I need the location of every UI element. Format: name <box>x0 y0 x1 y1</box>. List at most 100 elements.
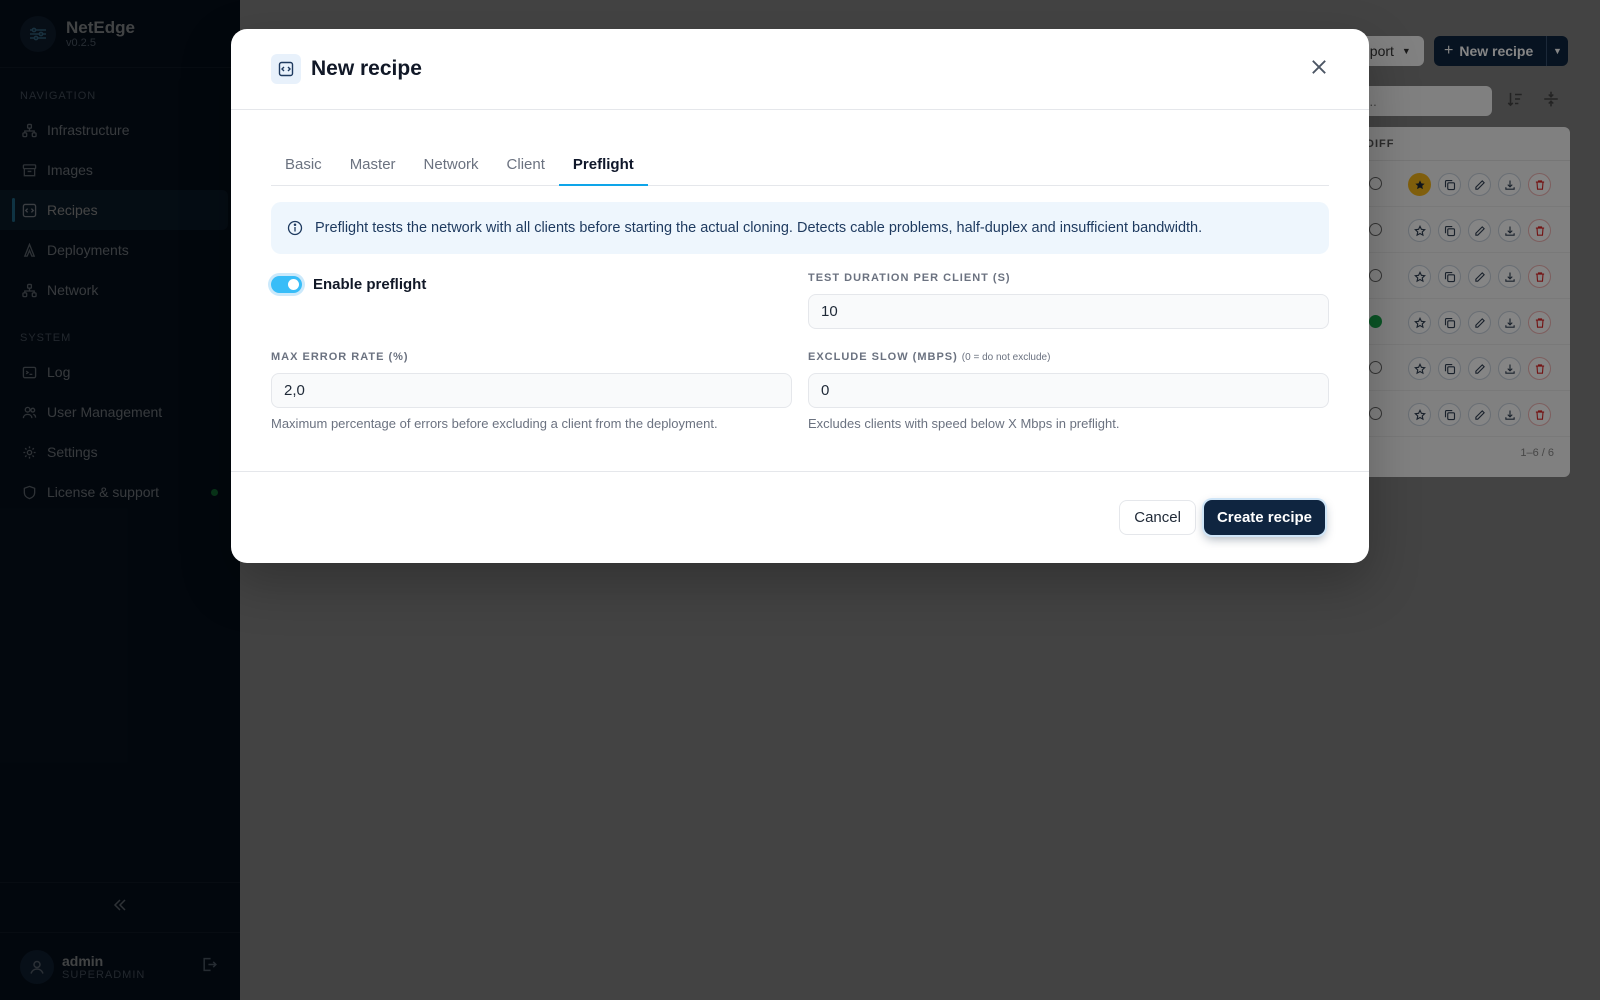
star-filled-icon[interactable] <box>1408 173 1431 196</box>
sidebar-item-user-management[interactable]: User Management <box>0 392 228 432</box>
sidebar-item-recipes[interactable]: Recipes <box>0 190 228 230</box>
tab-master[interactable]: Master <box>336 146 410 185</box>
tab-bar: Basic Master Network Client Preflight <box>271 146 1329 186</box>
tab-client[interactable]: Client <box>493 146 559 185</box>
exclude-slow-help: Excludes clients with speed below X Mbps… <box>808 416 1120 431</box>
new-recipe-button[interactable]: + New recipe ▼ <box>1434 36 1568 66</box>
edit-icon[interactable] <box>1468 311 1491 334</box>
sidebar-item-license-support[interactable]: License & support <box>0 472 228 512</box>
download-icon[interactable] <box>1498 219 1521 242</box>
copy-icon[interactable] <box>1438 219 1461 242</box>
collapse-rows-icon[interactable] <box>1542 90 1562 110</box>
star-icon[interactable] <box>1408 219 1431 242</box>
star-icon[interactable] <box>1408 265 1431 288</box>
brand[interactable]: NetEdge v0.2.5 <box>0 0 240 68</box>
star-icon[interactable] <box>1408 357 1431 380</box>
exclude-slow-note: (0 = do not exclude) <box>961 352 1051 363</box>
app-logo-icon <box>20 15 56 52</box>
collapse-sidebar-button[interactable] <box>0 882 240 932</box>
toggle-knob <box>288 278 299 290</box>
nav-section-heading: NAVIGATION <box>20 90 97 102</box>
test-duration-field: TEST DURATION PER CLIENT (S) <box>808 270 1329 329</box>
sidebar-item-log[interactable]: Log <box>0 352 228 392</box>
sidebar-item-label: Log <box>47 364 71 380</box>
max-error-rate-field: MAX ERROR RATE (%) Maximum percentage of… <box>271 349 792 431</box>
enable-preflight-label: Enable preflight <box>313 275 427 293</box>
max-error-rate-input[interactable] <box>271 373 792 408</box>
exclude-slow-label: EXCLUDE SLOW (MBPS) <box>808 351 958 363</box>
exclude-slow-input[interactable] <box>808 373 1329 408</box>
trash-icon[interactable] <box>1528 219 1551 242</box>
form-row-2: MAX ERROR RATE (%) Maximum percentage of… <box>271 349 1329 431</box>
edit-icon[interactable] <box>1468 173 1491 196</box>
sidebar-item-network[interactable]: Network <box>0 270 228 310</box>
enable-preflight-toggle[interactable] <box>271 275 302 293</box>
shield-icon <box>20 483 38 501</box>
sidebar-item-label: Network <box>47 282 99 298</box>
download-icon[interactable] <box>1498 403 1521 426</box>
sidebar-item-deployments[interactable]: Deployments <box>0 230 228 270</box>
new-recipe-dialog: New recipe Basic Master Network Client P… <box>231 29 1369 563</box>
trash-icon[interactable] <box>1528 403 1551 426</box>
sidebar-item-images[interactable]: Images <box>0 150 228 190</box>
edit-icon[interactable] <box>1468 265 1491 288</box>
info-text: Preflight tests the network with all cli… <box>315 220 1203 236</box>
create-recipe-button[interactable]: Create recipe <box>1203 500 1325 535</box>
trash-icon[interactable] <box>1528 311 1551 334</box>
logout-icon[interactable] <box>201 956 218 978</box>
app-version: v0.2.5 <box>66 36 96 49</box>
copy-icon[interactable] <box>1438 311 1461 334</box>
tab-network[interactable]: Network <box>410 146 493 185</box>
edit-icon[interactable] <box>1468 403 1491 426</box>
star-icon[interactable] <box>1408 403 1431 426</box>
test-duration-label: TEST DURATION PER CLIENT (S) <box>808 272 1011 284</box>
sidebar-item-label: License & support <box>47 484 160 500</box>
copy-icon[interactable] <box>1438 265 1461 288</box>
copy-icon[interactable] <box>1438 403 1461 426</box>
sort-icon[interactable] <box>1506 90 1526 110</box>
status-error-icon <box>1369 269 1382 282</box>
sidebar: NetEdge v0.2.5 NAVIGATION Infrastructure… <box>0 0 240 1000</box>
tab-basic[interactable]: Basic <box>271 146 336 185</box>
sidebar-item-label: Recipes <box>47 202 98 218</box>
status-error-icon <box>1369 407 1382 420</box>
dialog-body: Basic Master Network Client Preflight Pr… <box>231 110 1369 431</box>
test-duration-input[interactable] <box>808 294 1329 329</box>
trash-icon[interactable] <box>1528 357 1551 380</box>
download-icon[interactable] <box>1498 173 1521 196</box>
trash-icon[interactable] <box>1528 173 1551 196</box>
edit-icon[interactable] <box>1468 357 1491 380</box>
close-icon <box>1310 58 1328 81</box>
rocket-icon <box>20 241 38 259</box>
recipe-code-icon <box>20 201 38 219</box>
users-icon <box>20 403 38 421</box>
user-profile[interactable]: admin SUPERADMIN <box>0 932 240 1000</box>
dialog-header: New recipe <box>231 29 1369 110</box>
download-icon[interactable] <box>1498 311 1521 334</box>
star-icon[interactable] <box>1408 311 1431 334</box>
gear-icon <box>20 443 38 461</box>
edit-icon[interactable] <box>1468 219 1491 242</box>
sidebar-item-settings[interactable]: Settings <box>0 432 228 472</box>
tab-preflight[interactable]: Preflight <box>558 146 648 186</box>
chevrons-left-icon <box>112 897 128 918</box>
download-icon[interactable] <box>1498 265 1521 288</box>
chevron-down-icon[interactable]: ▼ <box>1546 36 1568 66</box>
trash-icon[interactable] <box>1528 265 1551 288</box>
download-icon[interactable] <box>1498 357 1521 380</box>
user-role: SUPERADMIN <box>62 968 146 981</box>
enable-preflight-toggle-row[interactable]: Enable preflight <box>271 272 792 296</box>
sidebar-item-label: Images <box>47 162 93 178</box>
plus-icon: + <box>1444 42 1454 59</box>
license-status-dot <box>211 488 218 496</box>
terminal-icon <box>20 363 38 381</box>
dialog-title: New recipe <box>311 57 422 80</box>
status-error-icon <box>1369 223 1382 236</box>
copy-icon[interactable] <box>1438 173 1461 196</box>
status-error-icon <box>1369 177 1382 190</box>
info-banner: Preflight tests the network with all cli… <box>271 202 1329 254</box>
sidebar-item-infrastructure[interactable]: Infrastructure <box>0 110 228 150</box>
close-button[interactable] <box>1307 57 1331 81</box>
cancel-button[interactable]: Cancel <box>1119 500 1196 535</box>
copy-icon[interactable] <box>1438 357 1461 380</box>
